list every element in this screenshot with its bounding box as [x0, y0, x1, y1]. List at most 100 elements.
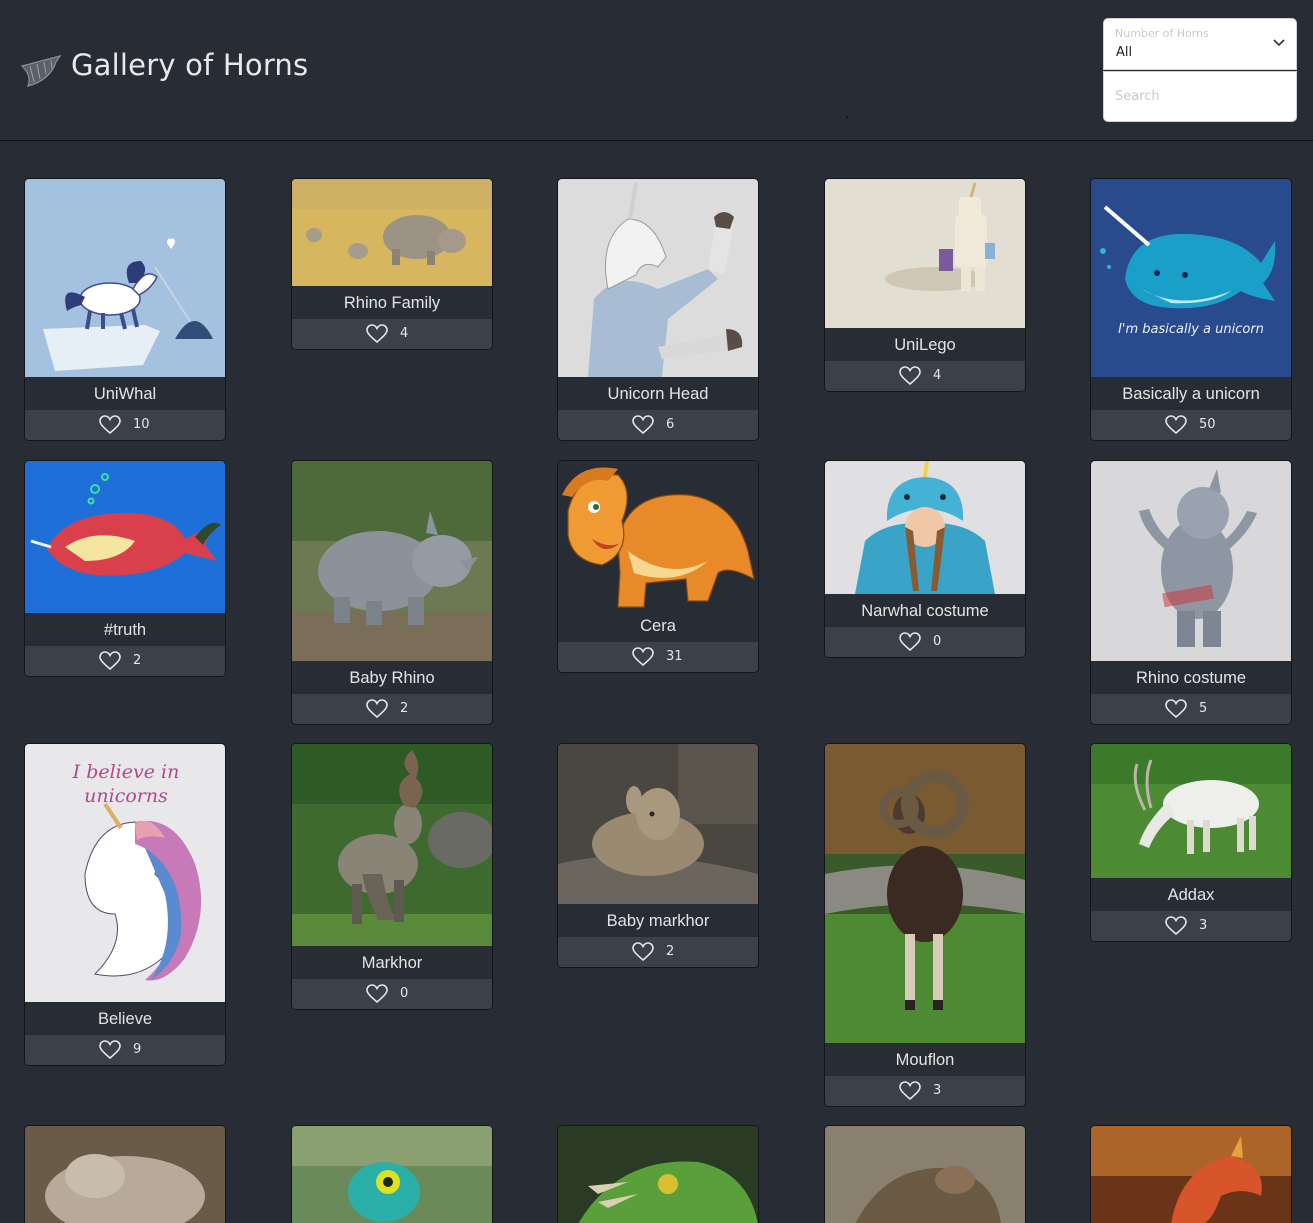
gallery-card[interactable]: Rhino costume 5: [1090, 460, 1292, 725]
likes-row: 9: [25, 1035, 225, 1065]
decorative-dot: [846, 116, 848, 118]
gallery-card[interactable]: I'm basically a unicorn Basically a unic…: [1090, 178, 1292, 441]
gallery-card[interactable]: Unicorn Head 6: [557, 178, 759, 441]
card-title: #truth: [25, 613, 225, 646]
heart-icon[interactable]: [99, 415, 121, 435]
horns-filter-select[interactable]: Number of Horns All: [1103, 18, 1297, 70]
gallery-card[interactable]: [291, 1125, 493, 1223]
card-image: I believe in unicorns: [25, 744, 225, 1002]
likes-count: 10: [133, 417, 150, 432]
card-title: Believe: [25, 1002, 225, 1035]
likes-count: 4: [400, 326, 409, 341]
likes-count: 6: [666, 417, 675, 432]
likes-row: 3: [1091, 911, 1291, 941]
card-title: Markhor: [292, 946, 492, 979]
likes-count: 2: [133, 653, 142, 668]
gallery-card[interactable]: [1090, 1125, 1292, 1223]
likes-row: 4: [825, 361, 1025, 391]
card-title: UniWhal: [25, 377, 225, 410]
heart-icon[interactable]: [366, 699, 388, 719]
gallery-card[interactable]: UniLego 4: [824, 178, 1026, 392]
heart-icon[interactable]: [1165, 415, 1187, 435]
likes-row: 3: [825, 1076, 1025, 1106]
heart-icon[interactable]: [899, 1081, 921, 1101]
likes-count: 0: [933, 634, 942, 649]
card-image: [825, 744, 1025, 1043]
gallery-card[interactable]: [557, 1125, 759, 1223]
horn-icon: [20, 55, 62, 87]
likes-row: 2: [292, 694, 492, 724]
card-image: [558, 461, 758, 609]
likes-count: 4: [933, 368, 942, 383]
image-caption: I believe in unicorns: [72, 761, 180, 807]
heart-icon[interactable]: [1165, 916, 1187, 936]
search-input[interactable]: [1103, 71, 1297, 122]
gallery-card[interactable]: #truth 2: [24, 460, 226, 677]
page-title: Gallery of Horns: [71, 48, 309, 82]
heart-icon[interactable]: [632, 647, 654, 667]
likes-row: 5: [1091, 694, 1291, 724]
card-image: [825, 1126, 1025, 1223]
card-image: [292, 744, 492, 946]
card-title: UniLego: [825, 328, 1025, 361]
image-caption: I'm basically a unicorn: [1118, 322, 1264, 337]
card-image: [292, 1126, 492, 1223]
gallery-card[interactable]: Mouflon 3: [824, 743, 1026, 1107]
horns-filter-value: All: [1116, 45, 1133, 60]
card-image: [825, 461, 1025, 594]
card-title: Baby Rhino: [292, 661, 492, 694]
card-title: Addax: [1091, 878, 1291, 911]
likes-row: 0: [825, 627, 1025, 657]
likes-row: 2: [558, 937, 758, 967]
card-image: [558, 744, 758, 904]
likes-count: 31: [666, 649, 683, 664]
gallery-card[interactable]: Narwhal costume 0: [824, 460, 1026, 658]
gallery-card[interactable]: Baby markhor 2: [557, 743, 759, 968]
gallery-card[interactable]: UniWhal 10: [24, 178, 226, 441]
site-header: Gallery of Horns Number of Horns All: [0, 0, 1313, 141]
heart-icon[interactable]: [632, 415, 654, 435]
card-image: [25, 1126, 225, 1223]
heart-icon[interactable]: [1165, 699, 1187, 719]
chevron-down-icon: [1273, 39, 1285, 47]
gallery-card[interactable]: [24, 1125, 226, 1223]
gallery-card[interactable]: [824, 1125, 1026, 1223]
card-title: Narwhal costume: [825, 594, 1025, 627]
card-title: Mouflon: [825, 1043, 1025, 1076]
likes-row: 0: [292, 979, 492, 1009]
likes-row: 6: [558, 410, 758, 440]
likes-row: 31: [558, 642, 758, 672]
gallery-card[interactable]: Rhino Family 4: [291, 178, 493, 350]
card-image: [825, 179, 1025, 328]
likes-count: 5: [1199, 701, 1208, 716]
card-image: [1091, 1126, 1291, 1223]
gallery-card[interactable]: Cera 31: [557, 460, 759, 673]
gallery-card[interactable]: Addax 3: [1090, 743, 1292, 942]
likes-count: 3: [933, 1083, 942, 1098]
heart-icon[interactable]: [632, 942, 654, 962]
heart-icon[interactable]: [366, 324, 388, 344]
card-title: Rhino Family: [292, 286, 492, 319]
likes-row: 50: [1091, 410, 1291, 440]
gallery-card[interactable]: I believe in unicorns Believe 9: [24, 743, 226, 1066]
likes-count: 0: [400, 986, 409, 1001]
card-image: [558, 1126, 758, 1223]
horns-filter-label: Number of Horns: [1115, 27, 1209, 40]
card-image: [1091, 744, 1291, 878]
card-image: [292, 179, 492, 286]
gallery-card[interactable]: Baby Rhino 2: [291, 460, 493, 725]
card-title: Baby markhor: [558, 904, 758, 937]
heart-icon[interactable]: [899, 632, 921, 652]
heart-icon[interactable]: [899, 366, 921, 386]
card-image: [25, 179, 225, 377]
heart-icon[interactable]: [366, 984, 388, 1004]
card-title: Cera: [558, 609, 758, 642]
heart-icon[interactable]: [99, 651, 121, 671]
likes-row: 4: [292, 319, 492, 349]
card-title: Unicorn Head: [558, 377, 758, 410]
card-image: [292, 461, 492, 661]
card-image: I'm basically a unicorn: [1091, 179, 1291, 377]
heart-icon[interactable]: [99, 1040, 121, 1060]
card-image: [1091, 461, 1291, 661]
gallery-card[interactable]: Markhor 0: [291, 743, 493, 1010]
